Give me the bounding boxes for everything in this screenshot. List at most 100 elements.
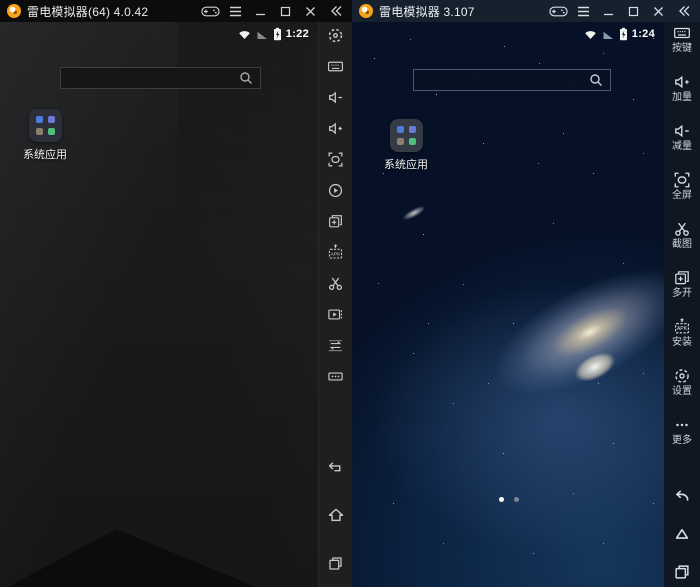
wallpaper-stars — [352, 22, 353, 23]
sidebar-item-multi-instance[interactable]: 多开 — [672, 269, 692, 299]
sidebar-item-volume-down[interactable]: 减量 — [672, 122, 692, 152]
app-dot — [397, 138, 404, 145]
fullscreen-icon — [673, 171, 691, 189]
app-dot — [397, 126, 404, 133]
swap-icon[interactable] — [325, 334, 347, 356]
wallpaper-small-galaxy — [398, 201, 431, 225]
settings-icon[interactable] — [325, 24, 347, 46]
gamepad-icon[interactable] — [549, 2, 568, 20]
search-bar[interactable] — [413, 69, 611, 91]
multi-instance-icon — [673, 269, 691, 287]
fullscreen-icon[interactable] — [325, 148, 347, 170]
android-nav-buttons — [325, 456, 347, 574]
search-icon[interactable] — [589, 73, 603, 87]
close-icon[interactable] — [649, 2, 668, 20]
collapse-sidebar-icon[interactable] — [674, 2, 693, 20]
menu-icon[interactable] — [226, 2, 245, 20]
back-icon[interactable] — [671, 485, 693, 507]
sidebar-item-volume-up[interactable]: 加量 — [672, 73, 692, 103]
app-dot — [409, 126, 416, 133]
toolbar-sidebar: 按键 加量 减量 全屏 — [664, 22, 700, 587]
sidebar-item-settings[interactable]: 设置 — [672, 367, 692, 397]
wallpaper-facet — [8, 529, 256, 587]
app-label: 系统应用 — [16, 146, 74, 162]
more-icon — [673, 416, 691, 434]
more-icon[interactable] — [325, 365, 347, 387]
wallpaper-galaxy — [438, 215, 664, 449]
recents-icon[interactable] — [325, 552, 347, 574]
volume-up-icon — [673, 73, 691, 91]
maximize-icon[interactable] — [276, 2, 295, 20]
back-icon[interactable] — [325, 456, 347, 478]
signal-icon — [602, 28, 615, 40]
screen-record-icon[interactable] — [325, 303, 347, 325]
sidebar-item-label: 设置 — [672, 387, 692, 397]
sidebar-item-keymapping[interactable]: 按键 — [672, 24, 692, 54]
sidebar-item-more[interactable]: 更多 — [672, 416, 692, 446]
page-indicator — [499, 497, 519, 502]
multi-instance-icon[interactable] — [325, 210, 347, 232]
search-input[interactable] — [61, 68, 239, 88]
page-dot — [514, 497, 519, 502]
search-input[interactable] — [414, 70, 589, 90]
minimize-icon[interactable] — [251, 2, 270, 20]
app-label: 系统应用 — [377, 156, 435, 172]
home-icon[interactable] — [671, 523, 693, 545]
search-bar[interactable] — [60, 67, 261, 89]
app-dot — [409, 138, 416, 145]
sidebar-item-label: 减量 — [672, 142, 692, 152]
signal-icon — [256, 28, 269, 40]
emulator-window-left: 雷电模拟器(64) 4.0.42 — [0, 0, 352, 587]
ldplayer-logo-icon — [7, 4, 21, 18]
wifi-icon — [584, 28, 598, 40]
home-icon[interactable] — [325, 504, 347, 526]
titlebar: 雷电模拟器(64) 4.0.42 — [0, 0, 352, 22]
close-icon[interactable] — [301, 2, 320, 20]
settings-icon — [673, 367, 691, 385]
screenshot-icon[interactable] — [325, 272, 347, 294]
app-dot — [36, 116, 43, 123]
minimize-icon[interactable] — [599, 2, 618, 20]
sidebar-item-screenshot[interactable]: 截图 — [672, 220, 692, 250]
sidebar-item-label: 全屏 — [672, 191, 692, 201]
sidebar-item-label: 截图 — [672, 240, 692, 250]
status-bar: 1:24 — [584, 25, 655, 43]
ldplayer-logo-icon — [359, 4, 373, 18]
android-screen[interactable]: 1:22 系统应用 — [0, 22, 318, 587]
app-dot — [48, 128, 55, 135]
status-bar: 1:22 — [238, 25, 309, 43]
page-dot-active — [499, 497, 504, 502]
app-shortcut-system-apps[interactable]: 系统应用 — [16, 109, 74, 162]
screenshot-icon — [673, 220, 691, 238]
keyboard-icon[interactable] — [325, 55, 347, 77]
sidebar-item-fullscreen[interactable]: 全屏 — [672, 171, 692, 201]
app-dot — [36, 128, 43, 135]
volume-up-icon[interactable] — [325, 117, 347, 139]
menu-icon[interactable] — [574, 2, 593, 20]
volume-down-icon[interactable] — [325, 86, 347, 108]
clock: 1:22 — [286, 28, 309, 40]
apk-install-icon[interactable]: APK — [325, 241, 347, 263]
gamepad-icon[interactable] — [201, 2, 220, 20]
clock: 1:24 — [632, 28, 655, 40]
app-shortcut-system-apps[interactable]: 系统应用 — [377, 119, 435, 172]
emulator-window-right: 雷电模拟器 3.107 — [352, 0, 700, 587]
sync-restart-icon[interactable] — [325, 179, 347, 201]
android-nav-buttons — [671, 485, 693, 583]
recents-icon[interactable] — [671, 561, 693, 583]
window-title: 雷电模拟器(64) 4.0.42 — [27, 3, 148, 20]
sidebar-item-install-apk[interactable]: APK 安装 — [672, 318, 692, 348]
android-screen[interactable]: 1:24 系统应用 — [352, 22, 664, 587]
sidebar-item-label: 多开 — [672, 289, 692, 299]
sidebar-item-label: 加量 — [672, 93, 692, 103]
system-apps-icon — [29, 109, 62, 142]
maximize-icon[interactable] — [624, 2, 643, 20]
volume-down-icon — [673, 122, 691, 140]
collapse-sidebar-icon[interactable] — [326, 2, 345, 20]
wifi-icon — [238, 28, 252, 40]
battery-charging-icon — [619, 27, 628, 41]
app-dot — [48, 116, 55, 123]
keyboard-icon — [673, 24, 691, 42]
search-icon[interactable] — [239, 71, 253, 85]
titlebar: 雷电模拟器 3.107 — [352, 0, 700, 22]
